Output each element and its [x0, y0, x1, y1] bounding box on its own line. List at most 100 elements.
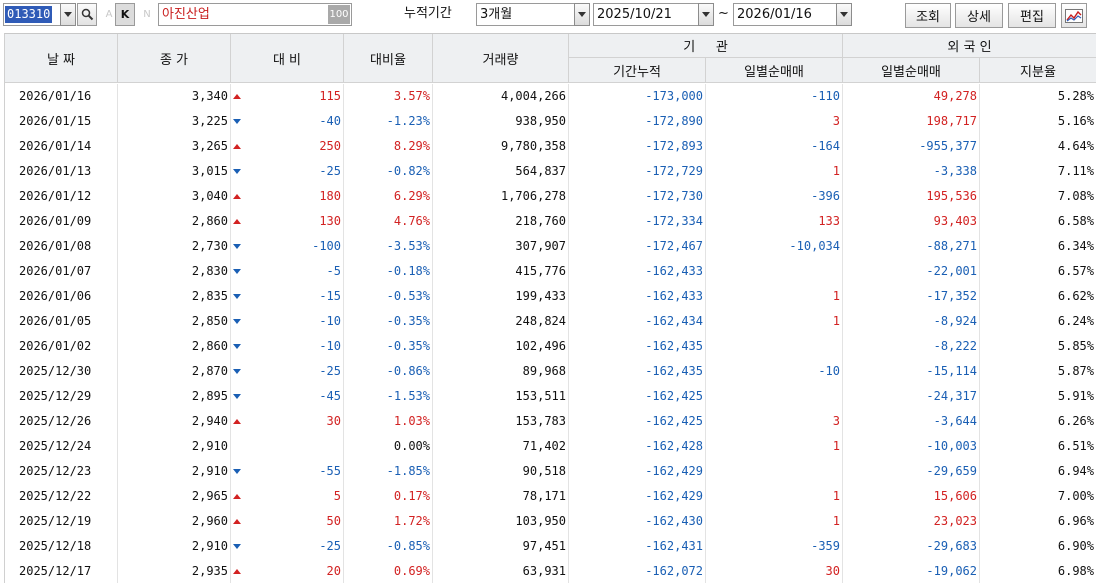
triangle-up-icon	[233, 569, 241, 574]
triangle-up-icon	[233, 419, 241, 424]
cell-institution-cumulative: -162,428	[569, 434, 706, 459]
cell-date: 2026/01/14	[5, 134, 118, 159]
table-row[interactable]: 2025/12/19 2,960 50 1.72% 103,950 -162,430 1 23…	[5, 509, 1096, 534]
header-change[interactable]: 대 비	[231, 34, 344, 83]
triangle-down-icon	[233, 394, 241, 399]
cell-rate: 3.57%	[344, 84, 433, 109]
cell-close: 2,935	[118, 559, 231, 583]
market-n-button[interactable]: N	[137, 3, 157, 26]
header-institution-daily-net[interactable]: 일별순매매	[706, 58, 843, 83]
cell-date: 2026/01/16	[5, 84, 118, 109]
cell-institution-cumulative: -173,000	[569, 84, 706, 109]
cell-foreign-share: 5.16%	[980, 109, 1096, 134]
end-date-picker[interactable]: 2026/01/16	[733, 3, 852, 26]
cell-close: 3,040	[118, 184, 231, 209]
cell-close: 2,940	[118, 409, 231, 434]
stock-name-field[interactable]: 아진산업 100	[158, 3, 352, 26]
table-row[interactable]: 2026/01/16 3,340 115 3.57% 4,004,266 -173,000…	[5, 84, 1096, 109]
table-row[interactable]: 2025/12/24 2,910 0.00% 71,402 -162,428 1 -10,0…	[5, 434, 1096, 459]
cell-institution-cumulative: -162,434	[569, 309, 706, 334]
period-dropdown-button[interactable]	[574, 3, 590, 26]
toolbar: 013310 A K N 아진산업 100 누적기간 3개월 2025/10/2…	[0, 0, 1096, 31]
header-rate[interactable]: 대비율	[344, 34, 433, 83]
cell-volume: 153,511	[433, 384, 569, 409]
table-row[interactable]: 2026/01/06 2,835 -15 -0.53% 199,433 -162,433 1…	[5, 284, 1096, 309]
table-row[interactable]: 2026/01/09 2,860 130 4.76% 218,760 -172,334 13…	[5, 209, 1096, 234]
triangle-up-icon	[233, 219, 241, 224]
stock-code-dropdown-button[interactable]	[60, 3, 76, 26]
end-date-dropdown-button[interactable]	[836, 3, 852, 26]
cell-institution-daily-net: 1	[706, 159, 843, 184]
stock-code-input[interactable]: 013310	[3, 3, 61, 26]
header-foreign-share[interactable]: 지분율	[980, 58, 1096, 83]
end-date-value: 2026/01/16	[737, 7, 812, 22]
table-row[interactable]: 2025/12/23 2,910 -55 -1.85% 90,518 -162,429 -2…	[5, 459, 1096, 484]
cell-institution-daily-net: -110	[706, 84, 843, 109]
table-row[interactable]: 2025/12/30 2,870 -25 -0.86% 89,968 -162,435 -1…	[5, 359, 1096, 384]
triangle-up-icon	[233, 519, 241, 524]
market-k-button[interactable]: K	[115, 3, 135, 26]
cell-foreign-share: 6.90%	[980, 534, 1096, 559]
cell-institution-daily-net: 1	[706, 509, 843, 534]
header-institution-cumulative[interactable]: 기간누적	[569, 58, 706, 83]
cell-date: 2025/12/29	[5, 384, 118, 409]
table-row[interactable]: 2026/01/13 3,015 -25 -0.82% 564,837 -172,729 1…	[5, 159, 1096, 184]
cell-rate: 8.29%	[344, 134, 433, 159]
start-date-dropdown-button[interactable]	[698, 3, 714, 26]
cell-date: 2025/12/17	[5, 559, 118, 583]
table-row[interactable]: 2025/12/18 2,910 -25 -0.85% 97,451 -162,431 -3…	[5, 534, 1096, 559]
cell-change: -10	[231, 334, 344, 359]
table-row[interactable]: 2026/01/14 3,265 250 8.29% 9,780,358 -172,893…	[5, 134, 1096, 159]
cell-institution-cumulative: -162,429	[569, 459, 706, 484]
table-row[interactable]: 2025/12/29 2,895 -45 -1.53% 153,511 -162,425 -…	[5, 384, 1096, 409]
start-date-picker[interactable]: 2025/10/21	[593, 3, 714, 26]
stock-search-button[interactable]	[77, 3, 97, 26]
period-select[interactable]: 3개월	[476, 3, 590, 26]
cell-change: -55	[231, 459, 344, 484]
table-row[interactable]: 2025/12/22 2,965 5 0.17% 78,171 -162,429 1 15,6…	[5, 484, 1096, 509]
header-volume[interactable]: 거래량	[433, 34, 569, 83]
cell-rate: -1.85%	[344, 459, 433, 484]
cell-institution-cumulative: -162,429	[569, 484, 706, 509]
triangle-down-icon	[233, 544, 241, 549]
triangle-down-icon	[233, 369, 241, 374]
query-button[interactable]: 조회	[905, 3, 951, 28]
cell-foreign-share: 6.98%	[980, 559, 1096, 583]
cell-institution-daily-net: 1	[706, 284, 843, 309]
table-row[interactable]: 2026/01/15 3,225 -40 -1.23% 938,950 -172,890 3…	[5, 109, 1096, 134]
table-row[interactable]: 2026/01/12 3,040 180 6.29% 1,706,278 -172,730…	[5, 184, 1096, 209]
table-row[interactable]: 2025/12/17 2,935 20 0.69% 63,931 -162,072 30 -1…	[5, 559, 1096, 583]
cell-date: 2025/12/30	[5, 359, 118, 384]
cell-close: 2,860	[118, 334, 231, 359]
cell-date: 2025/12/24	[5, 434, 118, 459]
cell-foreign-daily-net: 198,717	[843, 109, 980, 134]
table-row[interactable]: 2025/12/26 2,940 30 1.03% 153,783 -162,425 3 -3…	[5, 409, 1096, 434]
detail-button[interactable]: 상세	[955, 3, 1003, 28]
cell-change: -25	[231, 534, 344, 559]
cell-foreign-daily-net: 23,023	[843, 509, 980, 534]
chart-icon	[1065, 8, 1083, 23]
cell-volume: 9,780,358	[433, 134, 569, 159]
table-row[interactable]: 2026/01/07 2,830 -5 -0.18% 415,776 -162,433 -2…	[5, 259, 1096, 284]
cell-close: 2,910	[118, 534, 231, 559]
edit-button[interactable]: 편집	[1008, 3, 1056, 28]
cell-close: 2,850	[118, 309, 231, 334]
header-foreign-daily-net[interactable]: 일별순매매	[843, 58, 980, 83]
cell-institution-daily-net: 3	[706, 409, 843, 434]
cell-close: 2,960	[118, 509, 231, 534]
cell-date: 2026/01/02	[5, 334, 118, 359]
header-close[interactable]: 종 가	[118, 34, 231, 83]
table-row[interactable]: 2026/01/02 2,860 -10 -0.35% 102,496 -162,435 -…	[5, 334, 1096, 359]
table-row[interactable]: 2026/01/08 2,730 -100 -3.53% 307,907 -172,467…	[5, 234, 1096, 259]
triangle-down-icon	[233, 169, 241, 174]
cell-volume: 63,931	[433, 559, 569, 583]
cell-institution-cumulative: -162,425	[569, 409, 706, 434]
cell-rate: -0.85%	[344, 534, 433, 559]
cell-foreign-share: 6.94%	[980, 459, 1096, 484]
cell-volume: 97,451	[433, 534, 569, 559]
chart-button[interactable]	[1061, 3, 1087, 28]
table-row[interactable]: 2026/01/05 2,850 -10 -0.35% 248,824 -162,434 1…	[5, 309, 1096, 334]
cell-volume: 199,433	[433, 284, 569, 309]
header-date[interactable]: 날 짜	[5, 34, 118, 83]
cell-change: -25	[231, 359, 344, 384]
